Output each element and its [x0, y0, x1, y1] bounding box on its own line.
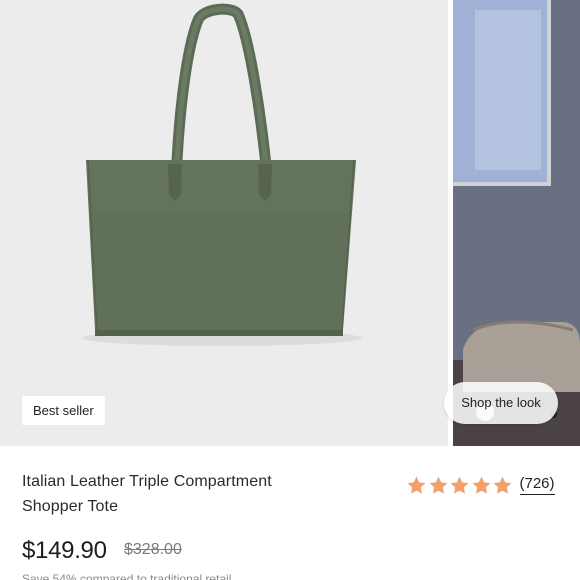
product-title: Italian Leather Triple Compartment Shopp…: [22, 473, 272, 515]
lifestyle-illustration: [453, 0, 580, 446]
review-count-link[interactable]: (726): [519, 475, 555, 495]
sale-price: $149.90: [22, 537, 107, 564]
star-icon: [493, 476, 512, 494]
star-icon: [450, 476, 469, 494]
star-icon: [407, 476, 426, 494]
tote-bag-illustration: [82, 3, 362, 346]
star-icon: [429, 476, 447, 494]
star-icon: [472, 476, 490, 494]
compare-price: $328.00: [124, 541, 182, 558]
product-image-gallery[interactable]: Best seller Shop the look: [0, 0, 580, 446]
shop-the-look-button[interactable]: Shop the look: [444, 382, 558, 424]
best-seller-badge: Best seller: [22, 396, 105, 425]
product-main-image[interactable]: [0, 0, 448, 446]
product-lifestyle-image[interactable]: [453, 0, 580, 446]
product-rating[interactable]: (726): [406, 474, 555, 496]
savings-text: Save 54% compared to traditional retail: [22, 572, 232, 580]
